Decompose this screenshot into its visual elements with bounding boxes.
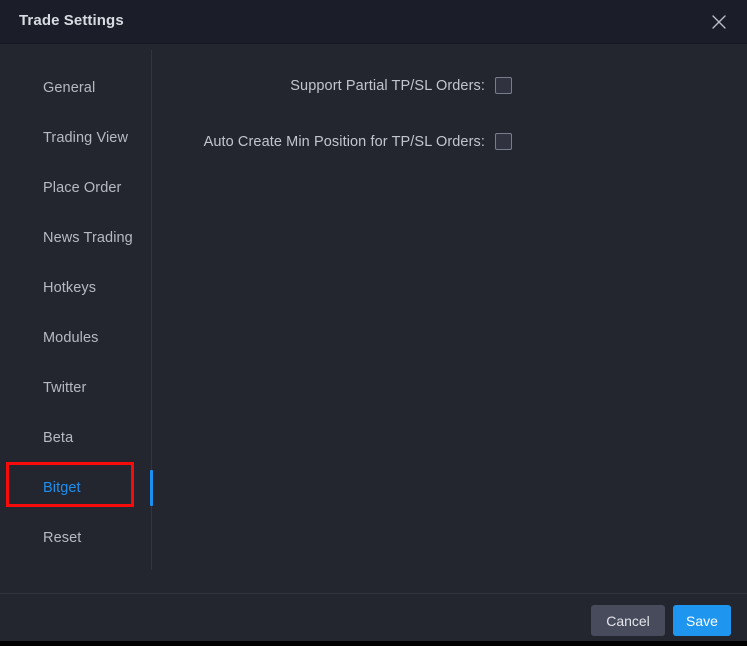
setting-row-auto-create-min-position: Auto Create Min Position for TP/SL Order… bbox=[152, 133, 512, 150]
save-button[interactable]: Save bbox=[673, 605, 731, 636]
sidebar-item-label: Trading View bbox=[43, 130, 129, 146]
sidebar-item-label: Twitter bbox=[43, 380, 87, 396]
sidebar-item-label: Hotkeys bbox=[43, 280, 97, 296]
sidebar-item-trading-view[interactable]: Trading View bbox=[0, 122, 151, 154]
screen-background bbox=[0, 641, 747, 646]
sidebar-item-place-order[interactable]: Place Order bbox=[0, 172, 151, 204]
sidebar-item-beta[interactable]: Beta bbox=[0, 422, 151, 454]
support-partial-tpsl-checkbox[interactable] bbox=[495, 77, 512, 94]
sidebar-item-twitter[interactable]: Twitter bbox=[0, 372, 151, 404]
dialog-footer: Cancel Save bbox=[0, 593, 747, 641]
sidebar-item-label: Modules bbox=[43, 330, 99, 346]
dialog-titlebar: Trade Settings bbox=[0, 0, 747, 44]
setting-row-support-partial-tpsl: Support Partial TP/SL Orders: bbox=[152, 77, 512, 94]
cancel-button[interactable]: Cancel bbox=[591, 605, 665, 636]
sidebar-item-bitget[interactable]: Bitget bbox=[0, 472, 151, 504]
sidebar-item-news-trading[interactable]: News Trading bbox=[0, 222, 151, 254]
dialog-title: Trade Settings bbox=[19, 12, 124, 29]
auto-create-min-position-checkbox[interactable] bbox=[495, 133, 512, 150]
sidebar-item-reset[interactable]: Reset bbox=[0, 522, 151, 554]
sidebar-item-label: Beta bbox=[43, 430, 74, 446]
close-icon[interactable] bbox=[705, 8, 733, 36]
setting-label: Support Partial TP/SL Orders: bbox=[290, 77, 485, 94]
sidebar-item-modules[interactable]: Modules bbox=[0, 322, 151, 354]
sidebar-item-label: News Trading bbox=[43, 230, 133, 246]
sidebar-item-label: General bbox=[43, 80, 96, 96]
trade-settings-dialog: Trade Settings General Trading View Plac… bbox=[0, 0, 747, 641]
settings-sidebar: General Trading View Place Order News Tr… bbox=[0, 44, 151, 593]
sidebar-item-label: Reset bbox=[43, 530, 82, 546]
setting-label: Auto Create Min Position for TP/SL Order… bbox=[203, 133, 485, 150]
sidebar-item-hotkeys[interactable]: Hotkeys bbox=[0, 272, 151, 304]
sidebar-item-general[interactable]: General bbox=[0, 72, 151, 104]
sidebar-item-label: Bitget bbox=[43, 480, 81, 496]
settings-content-panel: Support Partial TP/SL Orders: Auto Creat… bbox=[152, 44, 747, 593]
sidebar-item-label: Place Order bbox=[43, 180, 122, 196]
